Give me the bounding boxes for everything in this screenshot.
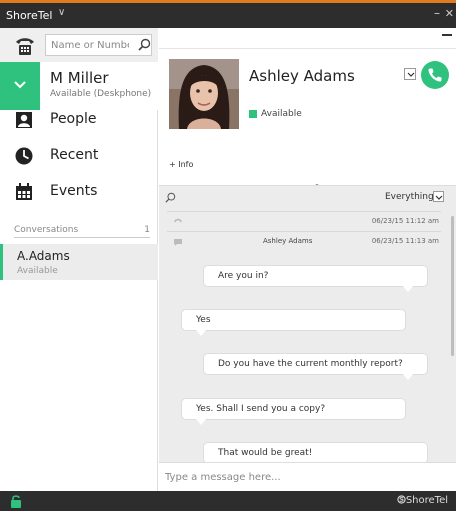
lock-icon[interactable]	[10, 494, 22, 508]
history-time: 06/23/15 11:13 am	[371, 237, 439, 245]
close-button[interactable]: ✕	[445, 7, 454, 20]
search-input[interactable]	[45, 34, 152, 56]
shoretel-logo-icon	[397, 495, 406, 504]
message-bubble: Are you in?	[203, 265, 428, 292]
history-row-chat[interactable]: Ashley Adams 06/23/15 11:13 am	[167, 231, 441, 251]
search-row	[0, 28, 158, 62]
presence-text: Available	[261, 109, 302, 119]
history-row-call[interactable]: 06/23/15 11:12 am	[167, 211, 441, 231]
main-panel: Ashley Adams Available + Info Everything…	[159, 28, 456, 491]
conversations-label: Conversations	[14, 225, 79, 235]
conversations-divider	[14, 237, 150, 238]
nav-label-people: People	[50, 111, 97, 127]
brand-name: ShoreTel	[405, 495, 448, 506]
status-bar: ShoreTel	[0, 491, 456, 511]
brand-logo: ShoreTel	[397, 495, 448, 506]
search-icon[interactable]	[138, 38, 151, 51]
nav-label-recent: Recent	[50, 147, 99, 163]
message-bubble: Do you have the current monthly report?	[203, 353, 428, 380]
user-name: M Miller	[50, 69, 109, 87]
panel-collapse-icon[interactable]	[442, 34, 452, 36]
message-bubble: Yes	[181, 309, 406, 336]
calendar-icon	[16, 183, 32, 200]
dialpad-phone-icon[interactable]	[14, 36, 36, 56]
title-menu-caret-icon[interactable]: ∨	[58, 7, 65, 18]
nav-item-recent[interactable]: Recent	[0, 138, 158, 174]
nav-item-events[interactable]: Events	[0, 174, 158, 210]
conversation-name: A.Adams	[17, 249, 70, 263]
window-title: ShoreTel	[6, 9, 53, 22]
presence-indicator	[249, 110, 257, 118]
clock-icon	[15, 147, 33, 165]
history-filter-label: Everything	[385, 192, 434, 202]
conversation-toolbar: Everything	[159, 186, 456, 210]
conversation-status: Available	[17, 266, 58, 276]
conversation-scrollbar[interactable]	[451, 216, 454, 356]
chevron-down-icon	[407, 72, 415, 77]
user-status: Available (Deskphone)	[50, 89, 152, 99]
chevron-down-icon	[14, 81, 26, 89]
message-bubble: Yes. Shall I send you a copy?	[181, 398, 406, 425]
phone-icon	[428, 68, 442, 82]
history-participant: Ashley Adams	[263, 237, 313, 245]
contact-avatar	[169, 59, 239, 129]
history-filter-dropdown[interactable]	[433, 191, 444, 202]
history-time: 06/23/15 11:12 am	[371, 217, 439, 225]
conversations-header: Conversations 1	[0, 222, 158, 238]
message-bubble: That would be great!	[203, 442, 428, 462]
more-info-link[interactable]: + Info	[169, 160, 193, 169]
nav-item-people[interactable]: People	[0, 102, 158, 138]
search-icon[interactable]	[165, 192, 176, 203]
chat-history-icon	[174, 239, 182, 246]
left-panel: M Miller Available (Deskphone) People Re…	[0, 28, 158, 491]
people-icon	[16, 112, 32, 128]
nav-label-events: Events	[50, 183, 98, 199]
minimize-button[interactable]: –	[434, 6, 440, 20]
call-button[interactable]	[421, 61, 449, 89]
contact-name: Ashley Adams	[249, 67, 355, 85]
conversation-pane: Everything 06/23/15 11:12 am Ashley Adam…	[159, 185, 456, 462]
message-composer	[159, 462, 456, 491]
conversation-item[interactable]: A.Adams Available	[0, 244, 158, 280]
title-bar: ShoreTel ∨ – ✕	[0, 0, 456, 28]
contact-options-dropdown[interactable]	[404, 68, 416, 80]
conversations-count: 1	[144, 225, 150, 235]
chevron-down-icon	[435, 195, 443, 200]
call-history-icon	[174, 218, 182, 223]
message-input[interactable]	[165, 468, 449, 486]
